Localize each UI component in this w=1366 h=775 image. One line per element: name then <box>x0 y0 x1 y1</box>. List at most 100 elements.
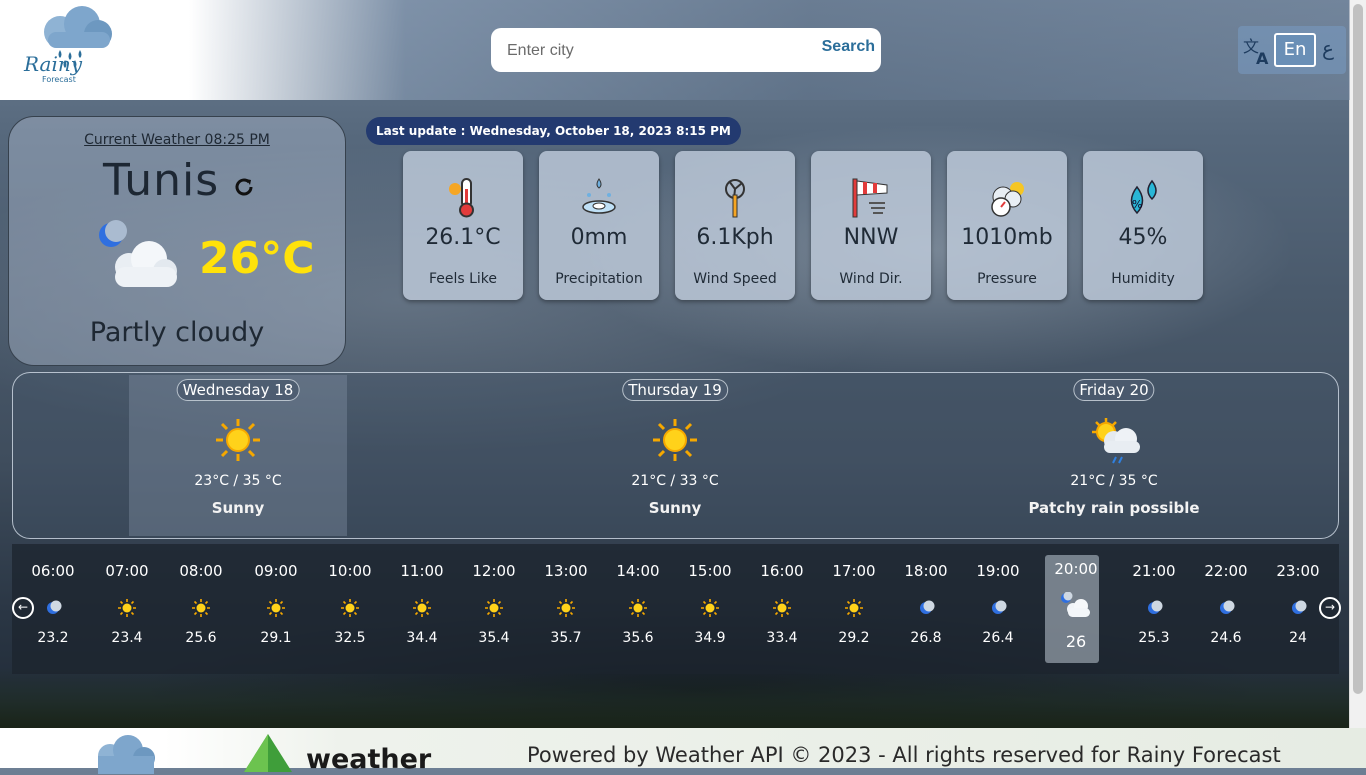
hour-temperature: 34.9 <box>694 630 726 646</box>
hour-item[interactable]: 17:00 29.2 <box>824 544 884 674</box>
sun-icon <box>266 598 286 618</box>
humidity-drops-icon: % <box>1130 179 1157 215</box>
hour-item[interactable]: 07:00 23.4 <box>97 544 157 674</box>
weather-api-brand: weather <box>306 744 432 775</box>
hour-time: 17:00 <box>832 562 876 580</box>
forecast-day[interactable]: Wednesday 18 23°C / 35 °C Sunny <box>138 373 338 538</box>
hour-temperature: 23.4 <box>111 630 143 646</box>
hour-temperature: 35.7 <box>550 630 582 646</box>
forecast-condition: Patchy rain possible <box>1028 499 1200 517</box>
hour-item[interactable]: 15:00 34.9 <box>680 544 740 674</box>
forecast-temp-range: 23°C / 35 °C <box>194 473 282 489</box>
sun-icon <box>484 598 504 618</box>
svg-text:A: A <box>1256 49 1269 66</box>
hour-temperature: 24.6 <box>1210 630 1242 646</box>
forecast-condition: Sunny <box>211 499 265 517</box>
hour-temperature: 26 <box>1065 632 1087 651</box>
hour-item[interactable]: 11:00 34.4 <box>392 544 452 674</box>
hour-temperature: 32.5 <box>334 630 366 646</box>
lang-en-button[interactable]: En <box>1274 33 1316 67</box>
stat-wind-direction: NNW Wind Dir. <box>811 151 931 300</box>
cloud-logo-icon <box>98 735 155 774</box>
hour-temperature: 26.4 <box>982 630 1014 646</box>
moon-icon <box>1288 598 1308 618</box>
forecast-temp-range: 21°C / 35 °C <box>1070 473 1158 489</box>
sun-icon <box>653 419 697 461</box>
sun-icon <box>191 598 211 618</box>
city-name: Tunis <box>103 155 220 206</box>
hour-time: 06:00 <box>31 562 75 580</box>
scroll-left-arrow-icon[interactable]: ← <box>12 597 34 619</box>
hour-time: 11:00 <box>400 562 444 580</box>
hour-item[interactable]: 10:00 32.5 <box>320 544 380 674</box>
stat-value: 45% <box>1118 225 1168 250</box>
stat-label: Precipitation <box>555 271 643 287</box>
wind-turbine-icon <box>725 179 745 218</box>
hour-item[interactable]: 13:00 35.7 <box>536 544 596 674</box>
hour-temperature: 34.4 <box>406 630 438 646</box>
forecast-day[interactable]: Friday 20 21°C / 35 °C Patchy rain possi… <box>1014 373 1214 538</box>
search-button[interactable]: Search <box>822 38 875 56</box>
stat-value: 0mm <box>570 225 628 250</box>
scroll-right-arrow-icon[interactable]: → <box>1319 597 1341 619</box>
forecast-day[interactable]: Thursday 19 21°C / 33 °C Sunny <box>575 373 775 538</box>
logo-subtitle: Forecast <box>42 75 76 84</box>
stat-feels-like: 26.1°C Feels Like <box>403 151 523 300</box>
city-search-input[interactable] <box>505 38 799 64</box>
footer-copyright: Powered by Weather API © 2023 - All righ… <box>527 743 1281 767</box>
hour-time: 22:00 <box>1204 562 1248 580</box>
logo-title: Rainy <box>24 52 83 76</box>
moon-icon <box>1216 598 1236 618</box>
hour-time: 08:00 <box>179 562 223 580</box>
lang-ar-button[interactable]: ع <box>1322 36 1334 60</box>
hour-temperature: 35.6 <box>622 630 654 646</box>
hour-time: 20:00 <box>1054 560 1098 578</box>
stat-label: Wind Speed <box>693 271 777 287</box>
stat-pressure: 1010mb Pressure <box>947 151 1067 300</box>
hour-item[interactable]: 19:00 26.4 <box>968 544 1028 674</box>
stat-wind-speed: 6.1Kph Wind Speed <box>675 151 795 300</box>
stat-label: Feels Like <box>428 271 498 287</box>
hour-item[interactable]: 09:00 29.1 <box>246 544 306 674</box>
hour-item[interactable]: 22:00 24.6 <box>1196 544 1256 674</box>
page-scrollbar[interactable] <box>1349 0 1366 728</box>
hour-item[interactable]: 20:00 26 <box>1045 544 1106 674</box>
weather-api-logo-icon <box>244 734 292 772</box>
sun-icon <box>340 598 360 618</box>
hour-time: 19:00 <box>976 562 1020 580</box>
forecast-temp-range: 21°C / 33 °C <box>631 473 719 489</box>
hour-item[interactable]: 08:00 25.6 <box>171 544 231 674</box>
stat-humidity: % 45% Humidity <box>1083 151 1203 300</box>
hour-time: 13:00 <box>544 562 588 580</box>
hour-item[interactable]: 21:00 25.3 <box>1124 544 1184 674</box>
header: Rainy Forecast Search 文 A En ع <box>0 0 1350 100</box>
sun-icon <box>556 598 576 618</box>
hour-item[interactable]: 18:00 26.8 <box>896 544 956 674</box>
stat-value: 26.1°C <box>425 225 501 250</box>
translate-icon[interactable]: 文 A <box>1242 34 1274 66</box>
scrollbar-thumb[interactable] <box>1353 4 1363 694</box>
hour-temperature: 33.4 <box>766 630 798 646</box>
daily-forecast: Wednesday 18 23°C / 35 °C Sunny Thursday… <box>12 372 1339 539</box>
hourly-forecast[interactable]: 06:00 23.2 07:00 23.4 08:00 25.6 09:00 29.1 10:0… <box>12 544 1339 674</box>
hour-item[interactable]: 14:00 35.6 <box>608 544 668 674</box>
partly-cloudy-night-icon <box>99 220 177 287</box>
moon-icon <box>1144 598 1164 618</box>
current-weather-card: Current Weather 08:25 PM Tunis 26°C Part… <box>8 116 346 366</box>
windsock-icon <box>852 178 888 218</box>
sun-icon <box>700 598 720 618</box>
stat-value: 1010mb <box>961 225 1053 250</box>
hour-temperature: 25.6 <box>185 630 217 646</box>
refresh-icon[interactable] <box>232 175 256 199</box>
forecast-day-name: Thursday 19 <box>622 379 728 401</box>
hour-time: 09:00 <box>254 562 298 580</box>
sun-icon <box>628 598 648 618</box>
stat-label: Wind Dir. <box>839 271 903 287</box>
sun-icon <box>772 598 792 618</box>
hour-item[interactable]: 12:00 35.4 <box>464 544 524 674</box>
hour-time: 07:00 <box>105 562 149 580</box>
hour-item[interactable]: 16:00 33.4 <box>752 544 812 674</box>
precipitation-icon <box>582 178 616 214</box>
partly-cloudy-night-icon <box>1060 591 1090 618</box>
current-weather-title: Current Weather 08:25 PM <box>84 132 270 148</box>
